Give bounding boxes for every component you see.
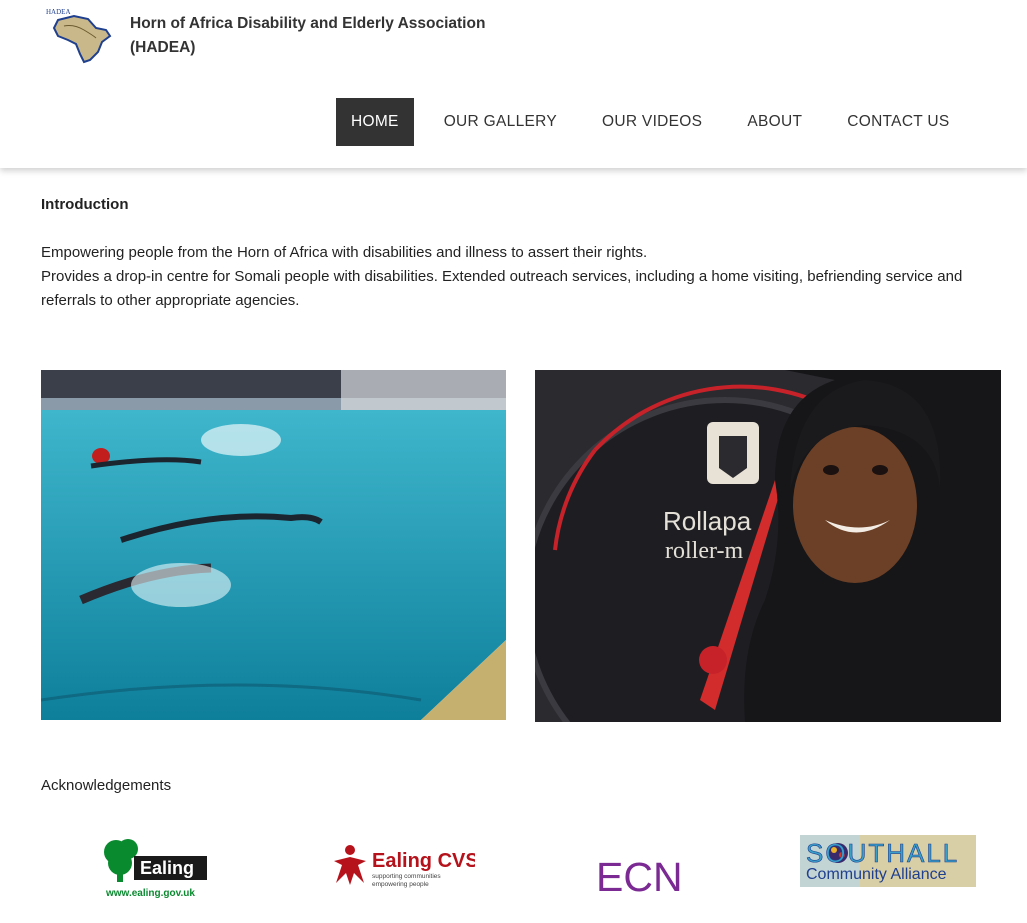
- southall-logo-name: SOUTHALL: [806, 838, 959, 868]
- southall-logo-tagline: Community Alliance: [806, 866, 947, 883]
- ealing-cvs-logo[interactable]: Ealing CVS supporting communities empowe…: [330, 843, 479, 891]
- nav-about[interactable]: ABOUT: [732, 98, 817, 146]
- logo-text: HADEA: [46, 8, 71, 16]
- swimmers-photo: [41, 370, 506, 720]
- scale-photo: Rollapa roller-m: [535, 370, 1001, 722]
- org-name[interactable]: Horn of Africa Disability and Elderly As…: [130, 12, 510, 60]
- nav-contact-us[interactable]: CONTACT US: [832, 98, 964, 146]
- intro-title: Introduction: [41, 196, 129, 213]
- ecn-logo-name: ECN: [596, 854, 683, 896]
- intro-paragraph-1: Empowering people from the Horn of Afric…: [41, 244, 648, 261]
- intro-text: Empowering people from the Horn of Afric…: [41, 241, 1011, 313]
- ealing-council-logo[interactable]: Ealing www.ealing.gov.uk: [98, 836, 210, 900]
- ecn-logo[interactable]: ECN: [594, 852, 689, 900]
- hadea-logo[interactable]: HADEA: [44, 6, 114, 64]
- intro-paragraph-2: Provides a drop-in centre for Somali peo…: [41, 268, 963, 309]
- acknowledgements-title: Acknowledgements: [41, 777, 172, 794]
- scale-text-1: Rollapa: [663, 506, 752, 536]
- ealing-cvs-name: Ealing CVS: [372, 850, 475, 872]
- ealing-cvs-tagline-2: empowering people: [372, 881, 429, 888]
- nav-our-videos[interactable]: OUR VIDEOS: [587, 98, 717, 146]
- main-nav: HOME OUR GALLERY OUR VIDEOS ABOUT CONTAC…: [336, 98, 965, 146]
- ealing-cvs-tagline-1: supporting communities: [372, 873, 441, 880]
- southall-community-alliance-logo[interactable]: SOUTHALL Community Alliance: [800, 835, 976, 887]
- nav-our-gallery[interactable]: OUR GALLERY: [429, 98, 572, 146]
- ealing-logo-url: www.ealing.gov.uk: [105, 888, 195, 899]
- scale-text-2: roller-m: [665, 538, 743, 564]
- nav-home[interactable]: HOME: [336, 98, 414, 146]
- site-header: HADEA Horn of Africa Disability and Elde…: [0, 0, 1027, 168]
- ealing-logo-name: Ealing: [140, 858, 194, 878]
